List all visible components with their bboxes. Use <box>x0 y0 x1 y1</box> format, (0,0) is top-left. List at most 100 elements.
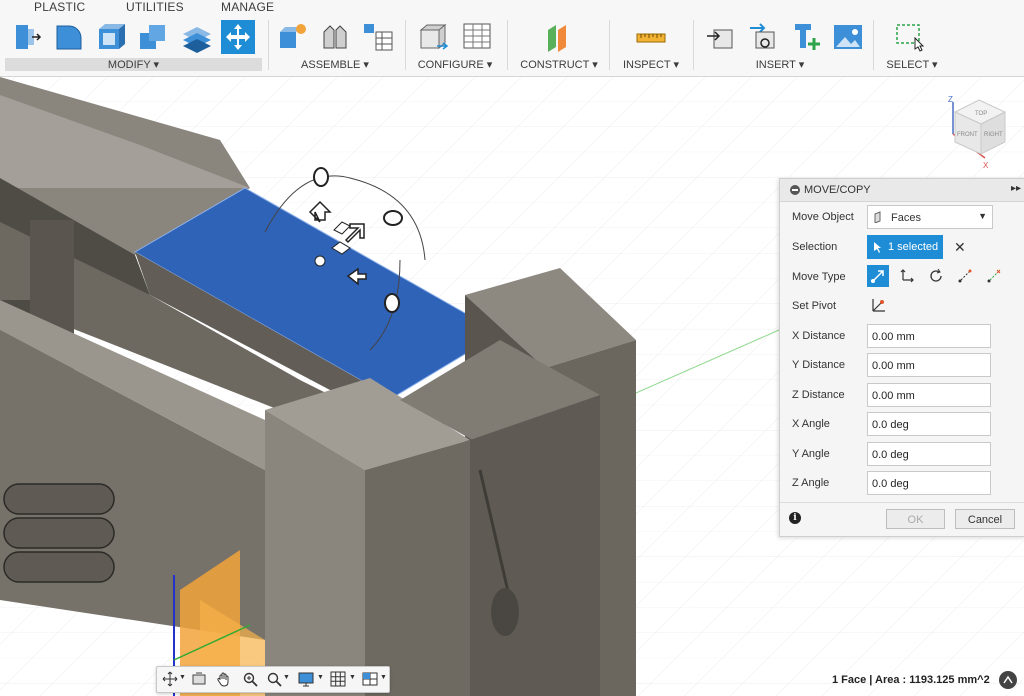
z-distance-row: Z Distance 0.00 mm <box>780 381 1024 409</box>
clear-selection-icon[interactable]: ✕ <box>954 239 966 256</box>
move-copy-dialog: MOVE/COPY ▸▸ Move Object Faces ▼ Selecti… <box>779 178 1024 537</box>
move-type-row: Move Type <box>780 263 1024 291</box>
cancel-button[interactable]: Cancel <box>955 509 1015 529</box>
display-settings-icon[interactable] <box>297 670 315 688</box>
selection-status-text: 1 Face | Area : 1193.125 mm^2 <box>832 674 990 686</box>
z-distance-input[interactable]: 0.00 mm <box>867 383 991 407</box>
face-icon <box>874 211 881 223</box>
viewports-icon[interactable] <box>361 670 379 688</box>
x-angle-row: X Angle 0.0 deg <box>780 410 1024 438</box>
move-object-dropdown[interactable]: Faces ▼ <box>867 205 993 229</box>
group-divider <box>268 20 269 70</box>
move-object-value: Faces <box>891 212 921 224</box>
group-divider <box>609 20 610 70</box>
window-select-icon[interactable] <box>893 20 927 54</box>
rotate-icon[interactable] <box>925 265 947 287</box>
move-copy-tool-icon[interactable] <box>221 20 255 54</box>
free-move-icon[interactable] <box>867 265 889 287</box>
offset-face-tool-icon[interactable] <box>179 20 213 54</box>
collapse-icon[interactable] <box>790 185 800 195</box>
x-angle-input[interactable]: 0.0 deg <box>867 412 991 436</box>
chevron-down-icon[interactable]: ▼ <box>283 674 290 681</box>
point-to-position-icon[interactable] <box>983 265 1005 287</box>
joint-icon[interactable] <box>318 20 352 54</box>
selection-label: Selection <box>792 241 838 253</box>
chevron-down-icon: ▼ <box>978 211 987 221</box>
bill-of-materials-icon[interactable] <box>361 20 395 54</box>
insert-link-icon[interactable] <box>746 20 780 54</box>
x-distance-input[interactable]: 0.00 mm <box>867 324 991 348</box>
y-distance-label: Y Distance <box>792 359 845 371</box>
tab-manage[interactable]: MANAGE <box>221 0 274 14</box>
zoom-icon[interactable] <box>241 670 259 688</box>
configure-part-icon[interactable] <box>417 20 451 54</box>
y-distance-input[interactable]: 0.00 mm <box>867 353 991 377</box>
insert-group-label[interactable]: INSERT ▾ <box>751 58 809 71</box>
group-divider <box>507 20 508 70</box>
insert-canvas-icon[interactable] <box>831 20 865 54</box>
x-distance-label: X Distance <box>792 330 846 342</box>
z-angle-row: Z Angle 0.0 deg <box>780 469 1024 497</box>
grid-snaps-icon[interactable] <box>329 670 347 688</box>
fillet-tool-icon[interactable] <box>52 20 86 54</box>
chevron-down-icon[interactable]: ▼ <box>380 674 387 681</box>
modify-group-label[interactable]: MODIFY ▾ <box>5 58 262 71</box>
orbit-icon[interactable] <box>161 670 179 688</box>
combine-tool-icon[interactable] <box>136 20 170 54</box>
dialog-title: MOVE/COPY <box>804 184 871 196</box>
axis-x-label: X <box>983 161 989 170</box>
insert-derive-icon[interactable] <box>704 20 738 54</box>
axis-z-label: Z <box>948 95 953 104</box>
expand-icon[interactable]: ▸▸ <box>1011 183 1021 194</box>
y-distance-row: Y Distance 0.00 mm <box>780 351 1024 379</box>
chevron-down-icon[interactable]: ▼ <box>317 674 324 681</box>
selection-count: 1 selected <box>888 241 939 253</box>
set-pivot-row: Set Pivot <box>780 292 1024 320</box>
configure-group-label[interactable]: CONFIGURE ▾ <box>414 58 496 71</box>
ok-button[interactable]: OK <box>886 509 945 529</box>
press-pull-tool-icon[interactable] <box>10 20 44 54</box>
pan-icon[interactable] <box>215 670 233 688</box>
selection-button[interactable]: 1 selected <box>867 235 943 259</box>
group-divider <box>405 20 406 70</box>
new-component-icon[interactable] <box>276 20 310 54</box>
dialog-divider <box>780 502 1024 503</box>
shell-tool-icon[interactable] <box>94 20 128 54</box>
y-angle-input[interactable]: 0.0 deg <box>867 442 991 466</box>
chevron-down-icon[interactable]: ▼ <box>349 674 356 681</box>
navigation-toolbar: ▼ ▼ ▼ ▼ ▼ <box>156 666 390 693</box>
fit-icon[interactable] <box>265 670 283 688</box>
look-at-icon[interactable] <box>190 670 208 688</box>
info-icon[interactable]: i <box>789 512 801 524</box>
x-distance-row: X Distance 0.00 mm <box>780 322 1024 350</box>
select-group-label[interactable]: SELECT ▾ <box>884 58 940 71</box>
z-angle-label: Z Angle <box>792 477 830 489</box>
assemble-group-label[interactable]: ASSEMBLE ▾ <box>298 58 372 71</box>
x-angle-label: X Angle <box>792 418 830 430</box>
dialog-header[interactable]: MOVE/COPY ▸▸ <box>780 179 1024 202</box>
inspect-group-label[interactable]: INSPECT ▾ <box>620 58 682 71</box>
move-object-row: Move Object Faces ▼ <box>780 203 1024 231</box>
set-pivot-icon[interactable] <box>867 294 889 316</box>
cursor-arrow-icon <box>874 242 881 253</box>
status-indicator-icon[interactable] <box>999 671 1017 689</box>
point-to-point-icon[interactable] <box>954 265 976 287</box>
viewcube-right-label: RIGHT <box>984 132 1003 138</box>
y-angle-row: Y Angle 0.0 deg <box>780 440 1024 468</box>
toolbar-ribbon: PLASTIC UTILITIES MANAGE MODIFY ▾ ASSEMB… <box>0 0 1024 77</box>
z-angle-input[interactable]: 0.0 deg <box>867 471 991 495</box>
tab-utilities[interactable]: UTILITIES <box>126 0 184 14</box>
view-cube[interactable]: TOP FRONT RIGHT Z X <box>943 94 1013 174</box>
move-type-label: Move Type <box>792 271 846 283</box>
offset-plane-icon[interactable] <box>542 20 576 54</box>
construct-group-label[interactable]: CONSTRUCT ▾ <box>518 58 600 71</box>
tab-plastic[interactable]: PLASTIC <box>34 0 85 14</box>
set-pivot-label: Set Pivot <box>792 300 837 312</box>
chevron-down-icon[interactable]: ▼ <box>179 674 186 681</box>
insert-mcmaster-icon[interactable] <box>789 20 823 54</box>
configuration-table-icon[interactable] <box>460 20 494 54</box>
translate-icon[interactable] <box>896 265 918 287</box>
group-divider <box>873 20 874 70</box>
measure-icon[interactable] <box>634 20 668 54</box>
selection-row: Selection 1 selected ✕ <box>780 233 1024 261</box>
